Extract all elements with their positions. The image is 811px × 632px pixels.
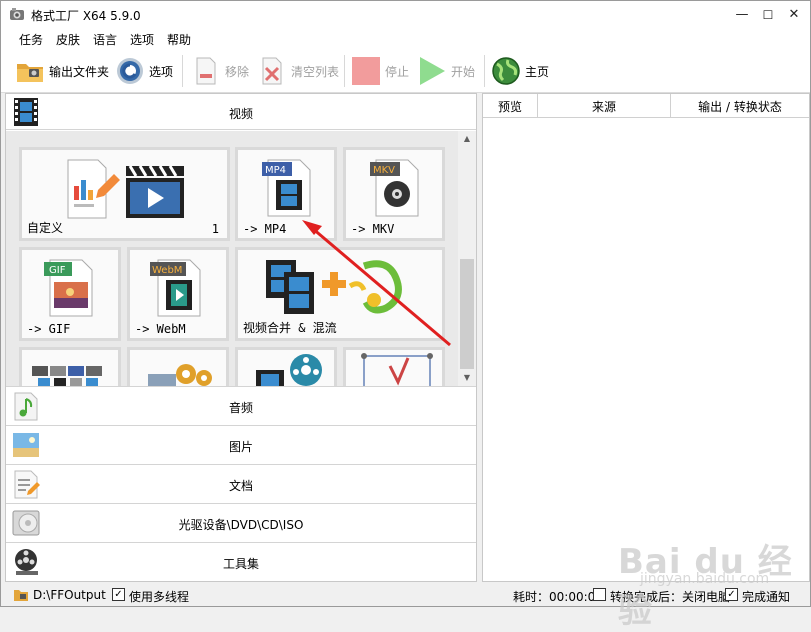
- mkv-badge-text: MKV: [373, 165, 395, 176]
- window-title: 格式工厂 X64 5.9.0: [31, 9, 141, 23]
- webm-file-icon: WebM: [150, 259, 201, 317]
- menu-bar: 任务 皮肤 语言 选项 帮助: [1, 29, 810, 49]
- home-button[interactable]: 主页: [491, 55, 549, 87]
- film-reel-icon: [256, 354, 322, 386]
- app-window: 格式工厂 X64 5.9.0 — ☐ ✕ 任务 皮肤 语言 选项 帮助 输出文件…: [0, 0, 811, 607]
- close-button[interactable]: ✕: [781, 5, 807, 25]
- globe-icon: [492, 57, 520, 85]
- tile-mp4-label: -> MP4: [243, 222, 287, 236]
- stop-label: 停止: [385, 64, 410, 79]
- start-button[interactable]: 开始: [417, 55, 475, 87]
- webm-badge-text: WebM: [152, 265, 182, 276]
- app-logo-icon: [10, 8, 24, 20]
- gears-icon: [148, 364, 212, 386]
- title-bar: 格式工厂 X64 5.9.0 — ☐ ✕: [1, 1, 810, 29]
- tile-video-merge-label: 视频合并 & 混流: [243, 321, 337, 335]
- task-list-panel: 预览 来源 输出 / 转换状态: [482, 93, 810, 582]
- after-done-checkbox[interactable]: [593, 588, 606, 601]
- column-preview[interactable]: 预览: [483, 98, 537, 115]
- task-list-header: 预览 来源 输出 / 转换状态: [483, 94, 809, 118]
- clear-list-button[interactable]: 清空列表: [257, 55, 339, 87]
- watermark-url: jingyan.baidu.com: [640, 571, 770, 587]
- column-source[interactable]: 来源: [538, 98, 670, 115]
- clear-list-icon: [262, 57, 282, 85]
- tile-gif-label: -> GIF: [27, 322, 71, 336]
- category-optical-drive[interactable]: 光驱设备\DVD\CD\ISO: [6, 503, 476, 542]
- multithread-label: 使用多线程: [129, 590, 190, 604]
- output-folder-label: 输出文件夹: [49, 64, 110, 79]
- custom-format-icon: [67, 159, 184, 219]
- toolbar: 输出文件夹 选项 移除 清空列表 停止 开始 主页: [1, 49, 810, 93]
- category-audio-label: 音频: [228, 401, 253, 415]
- elapsed-time: 耗时：00:00:00: [513, 590, 603, 604]
- category-document[interactable]: 文档: [6, 464, 476, 503]
- menu-help[interactable]: 帮助: [167, 31, 191, 48]
- remove-button[interactable]: 移除: [191, 55, 249, 87]
- category-document-label: 文档: [228, 479, 253, 493]
- tile-more-3[interactable]: [235, 347, 337, 386]
- folder-icon: [17, 64, 43, 82]
- stop-button[interactable]: 停止: [351, 55, 409, 87]
- output-path[interactable]: D:\FFOutput: [33, 588, 106, 602]
- category-image-label: 图片: [228, 440, 253, 454]
- scroll-up-arrow[interactable]: ▲: [458, 131, 476, 147]
- video-category-header[interactable]: 视频: [6, 94, 476, 130]
- remove-label: 移除: [225, 64, 250, 79]
- tile-scrollbar[interactable]: ▲ ▼: [458, 131, 476, 386]
- multithread-checkbox[interactable]: ✓: [112, 588, 125, 601]
- multi-format-icon: [32, 366, 102, 386]
- tile-more-2[interactable]: [127, 347, 229, 386]
- mp4-file-icon: MP4: [262, 159, 311, 217]
- options-label: 选项: [149, 64, 174, 79]
- toolbar-separator: [182, 55, 183, 87]
- output-folder-button[interactable]: 输出文件夹: [15, 55, 109, 87]
- tile-custom-count: 1: [211, 222, 219, 236]
- mp4-badge-text: MP4: [265, 165, 286, 176]
- category-toolbox-label: 工具集: [222, 557, 259, 571]
- tile-custom[interactable]: 自定义 1: [19, 147, 230, 241]
- tile-mkv-label: -> MKV: [351, 222, 395, 236]
- home-label: 主页: [525, 64, 550, 79]
- output-folder-status-icon: [14, 590, 28, 601]
- toolbar-separator: [484, 55, 485, 87]
- category-image[interactable]: 图片: [6, 425, 476, 464]
- options-button[interactable]: 选项: [115, 55, 173, 87]
- menu-task[interactable]: 任务: [19, 31, 43, 48]
- column-output-status[interactable]: 输出 / 转换状态: [671, 98, 809, 115]
- video-merge-icon: [266, 260, 402, 314]
- mkv-file-icon: MKV: [370, 159, 419, 217]
- gif-file-icon: GIF: [44, 259, 93, 317]
- tile-gif[interactable]: GIF -> GIF: [19, 247, 121, 341]
- scroll-down-arrow[interactable]: ▼: [458, 370, 476, 386]
- category-toolbox[interactable]: 工具集: [6, 542, 476, 581]
- tile-mp4[interactable]: MP4 -> MP4: [235, 147, 337, 241]
- play-icon: [420, 57, 445, 85]
- menu-options[interactable]: 选项: [130, 31, 154, 48]
- clear-list-label: 清空列表: [291, 64, 340, 79]
- minimize-button[interactable]: —: [729, 5, 755, 25]
- toolbar-separator: [344, 55, 345, 87]
- video-tile-grid: 自定义 1 MP4 -> MP4 MKV -> MKV GIF -> GIF W…: [6, 131, 458, 386]
- tile-custom-label: 自定义: [27, 221, 64, 235]
- tile-mkv[interactable]: MKV -> MKV: [343, 147, 445, 241]
- crop-icon: [361, 353, 433, 386]
- menu-skin[interactable]: 皮肤: [56, 31, 80, 48]
- tile-webm[interactable]: WebM -> WebM: [127, 247, 229, 341]
- video-category-label: 视频: [228, 107, 253, 121]
- category-panel: 视频 自定义 1 MP4 -> MP4 MKV -> MKV GIF -> GI…: [5, 93, 477, 582]
- maximize-button[interactable]: ☐: [755, 5, 781, 25]
- category-optical-drive-label: 光驱设备\DVD\CD\ISO: [178, 518, 304, 532]
- stop-icon: [352, 57, 380, 85]
- category-audio[interactable]: 音频: [6, 386, 476, 425]
- tile-webm-label: -> WebM: [135, 322, 186, 336]
- tile-video-merge[interactable]: 视频合并 & 混流: [235, 247, 445, 341]
- menu-language[interactable]: 语言: [93, 31, 117, 48]
- scroll-thumb[interactable]: [460, 259, 474, 369]
- gif-badge-text: GIF: [49, 265, 66, 276]
- tile-more-1[interactable]: [19, 347, 121, 386]
- remove-doc-icon: [196, 57, 216, 85]
- tile-more-4[interactable]: [343, 347, 445, 386]
- start-label: 开始: [451, 64, 476, 79]
- gear-globe-icon: [117, 58, 143, 84]
